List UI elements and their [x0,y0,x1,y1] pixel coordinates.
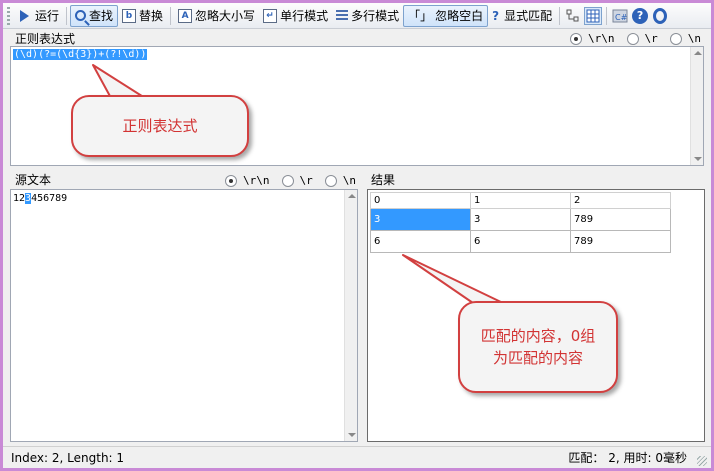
radio-dot [225,174,237,187]
column-header[interactable]: 0 [370,192,471,209]
run-label: 运行 [35,9,60,23]
ignore-case-button[interactable]: A 忽略大小写 [174,5,259,27]
find-label: 查找 [89,9,114,23]
play-icon [20,9,29,22]
radio-dot [570,32,582,45]
ignore-whitespace-button[interactable]: 「」 忽略空白 [403,4,489,27]
table-cell[interactable]: 6 [370,230,471,253]
table-row[interactable]: 3 3 789 [370,208,671,231]
source-text-input[interactable]: 123456789 [10,189,358,442]
replace-label: 替换 [139,9,164,23]
toolbar-grip[interactable] [7,6,10,25]
regex-pattern-text: (\d)(?=(\d{3})+(?!\d)) [13,49,148,60]
find-button[interactable]: 查找 [70,4,119,27]
regex-callout-text: 正则表达式 [122,117,198,135]
toolbar: 运行 查找 b 替换 A 忽略大小写 ↵ 单行模式 多行模式 「」 忽略空白 ? [3,3,711,29]
magnifier-icon [75,10,87,21]
resize-grip-icon[interactable] [697,456,707,466]
table-cell[interactable]: 3 [470,208,571,231]
column-header[interactable]: 2 [570,192,671,209]
help-icon[interactable]: ? [631,7,649,25]
regex-panel-title: 正则表达式 [15,31,76,46]
replace-icon: b [122,8,137,23]
status-bar: Index: 2, Length: 1 匹配： 2, 用时: 0毫秒 [3,446,711,468]
regex-newline-cr[interactable]: \r [626,32,658,45]
grid-view-icon[interactable] [584,6,603,25]
run-button[interactable]: 运行 [14,5,63,27]
results-table: 0 1 2 3 3 789 6 6 789 [370,192,671,253]
status-match-info: 匹配： 2, 用时: 0毫秒 [568,451,687,465]
regex-newline-options: \r\n \r \n [558,32,701,45]
source-newline-cr[interactable]: \r [281,174,313,187]
ignore-case-label: 忽略大小写 [195,9,256,23]
table-cell[interactable]: 789 [570,208,671,231]
scroll-down-icon[interactable] [348,433,356,437]
toolbar-separator [66,6,68,25]
source-text: 123456789 [13,193,68,204]
multi-line-button[interactable]: 多行模式 [332,5,403,27]
regex-newline-lf[interactable]: \n [669,32,701,45]
replace-button[interactable]: b 替换 [118,5,167,27]
status-index-length: Index: 2, Length: 1 [11,450,125,465]
regex-scrollbar[interactable] [690,47,703,165]
radio-dot [626,32,639,45]
source-panel-title: 源文本 [15,172,52,187]
svg-text:C#: C# [615,13,628,22]
ignore-whitespace-label: 忽略空白 [435,9,484,23]
scroll-up-icon[interactable] [694,51,702,55]
column-header[interactable]: 1 [470,192,571,209]
result-callout: 匹配的内容，0组 为匹配的内容 [458,301,618,393]
result-callout-line1: 匹配的内容，0组 [480,327,596,345]
table-row[interactable]: 6 6 789 [370,230,671,253]
radio-dot [669,32,682,45]
regex-callout: 正则表达式 [71,95,249,157]
single-line-button[interactable]: ↵ 单行模式 [259,5,332,27]
single-line-label: 单行模式 [280,9,329,23]
results-header-row: 0 1 2 [370,192,671,209]
explicit-capture-button[interactable]: ? 显式匹配 [488,5,556,27]
table-cell[interactable]: 6 [470,230,571,253]
source-newline-options: \r\n \r \n [213,174,356,187]
results-panel-title: 结果 [371,172,396,187]
multi-line-icon [336,9,349,22]
tree-view-icon[interactable] [564,7,582,25]
scroll-up-icon[interactable] [348,194,356,198]
radio-dot [281,174,294,187]
toolbar-separator [170,6,172,25]
result-callout-line2: 为匹配的内容 [492,349,583,367]
app-window: 运行 查找 b 替换 A 忽略大小写 ↵ 单行模式 多行模式 「」 忽略空白 ? [3,3,711,468]
about-icon[interactable] [651,7,669,25]
table-cell[interactable]: 789 [570,230,671,253]
radio-dot [324,174,337,187]
single-line-icon: ↵ [263,8,278,23]
scroll-down-icon[interactable] [694,157,702,161]
source-newline-crlf[interactable]: \r\n [225,174,270,187]
explicit-capture-label: 显式匹配 [504,9,553,23]
toolbar-separator [559,6,561,25]
table-cell[interactable]: 3 [370,208,471,231]
source-newline-lf[interactable]: \n [324,174,356,187]
regex-newline-crlf[interactable]: \r\n [570,32,615,45]
bracket-icon: 「」 [408,9,433,23]
source-scrollbar[interactable] [344,190,357,441]
question-icon: ? [492,8,500,23]
toolbar-separator [606,6,608,25]
case-icon: A [178,8,193,23]
multi-line-label: 多行模式 [351,9,400,23]
csharp-icon[interactable]: C# [611,7,629,25]
